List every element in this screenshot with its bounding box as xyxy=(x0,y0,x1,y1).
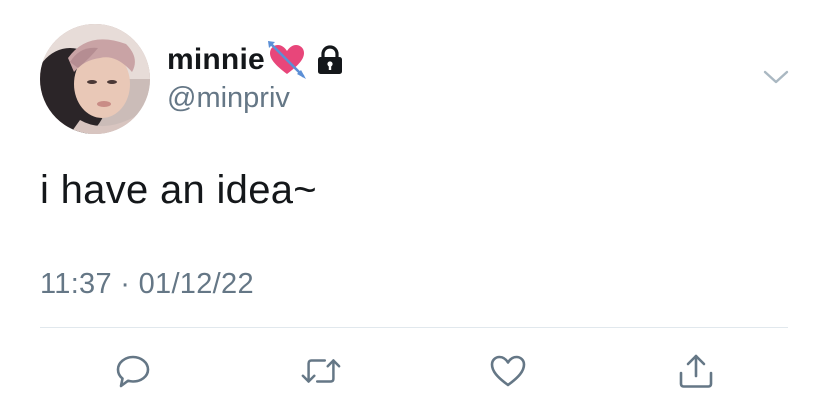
heart-outline-icon xyxy=(490,355,526,387)
display-name[interactable]: minnie xyxy=(167,43,265,77)
handle[interactable]: @minpriv xyxy=(167,82,290,115)
lock-icon xyxy=(313,43,347,77)
share-button[interactable] xyxy=(675,350,717,392)
retweet-icon xyxy=(301,359,341,383)
timestamp[interactable]: 11:37 · 01/12/22 xyxy=(40,268,254,301)
share-icon xyxy=(679,354,713,388)
tweet-card[interactable]: minnie @minpriv i have an idea~ 11:37 · … xyxy=(0,0,828,417)
retweet-button[interactable] xyxy=(300,350,342,392)
tweet-text: i have an idea~ xyxy=(40,168,317,212)
reply-button[interactable] xyxy=(112,350,154,392)
chevron-down-icon[interactable] xyxy=(762,66,790,88)
like-button[interactable] xyxy=(487,350,529,392)
author-name-row[interactable]: minnie xyxy=(167,40,347,80)
reply-bubble-icon xyxy=(116,355,150,388)
avatar[interactable] xyxy=(40,24,150,134)
divider xyxy=(40,327,788,328)
heart-with-arrow-icon xyxy=(267,40,307,80)
avatar-image xyxy=(40,24,150,134)
